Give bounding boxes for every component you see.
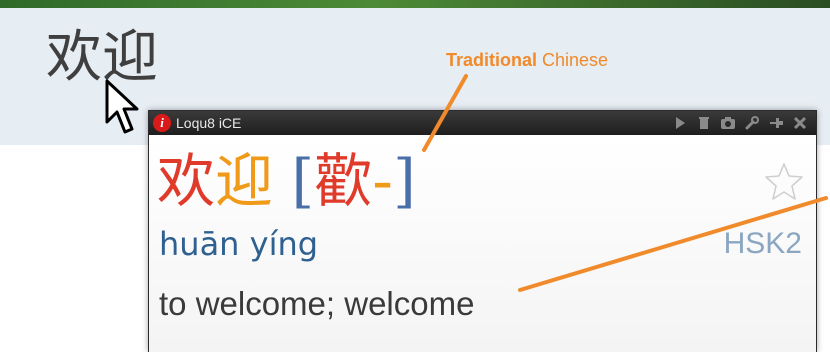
mouse-pointer-icon [105,79,139,134]
pin-icon[interactable] [766,113,786,133]
close-icon[interactable] [790,113,810,133]
traditional-open-bracket: [ [291,147,315,215]
camera-icon[interactable] [718,113,738,133]
trash-icon[interactable] [694,113,714,133]
traditional-char-2: - [372,147,394,215]
annotation-bold-text: Traditional [446,50,538,70]
popup-toolbar [670,113,810,133]
wrench-icon[interactable] [742,113,762,133]
traditional-close-bracket: ] [393,147,416,215]
popup-content: 欢迎 [歡-] huān yíng HSK2 to welcome; welco… [149,135,816,352]
dictionary-popup: i Loqu8 iCE 欢迎 [歡-] huān yíng HSK2 to we… [148,110,817,352]
favorite-star-icon[interactable] [764,161,804,201]
pinyin: huān yíng [159,225,319,263]
traditional-chinese-annotation: Traditional Chinese [446,50,608,71]
definition: to welcome; welcome [159,285,475,322]
headword-row: 欢迎 [歡-] [149,143,416,219]
play-icon[interactable] [670,113,690,133]
simplified-char-1[interactable]: 欢 [157,147,215,215]
hero-chinese-word[interactable]: 欢迎 [46,26,158,90]
annotation-rest-text: Chinese [537,50,609,70]
popup-titlebar[interactable]: i Loqu8 iCE [149,111,816,135]
simplified-char-2[interactable]: 迎 [215,147,273,215]
hsk-level-badge: HSK2 [723,227,802,260]
app-title: Loqu8 iCE [176,115,242,131]
background-band [0,0,830,8]
traditional-char-1[interactable]: 歡 [314,147,372,215]
info-icon[interactable]: i [153,114,171,132]
